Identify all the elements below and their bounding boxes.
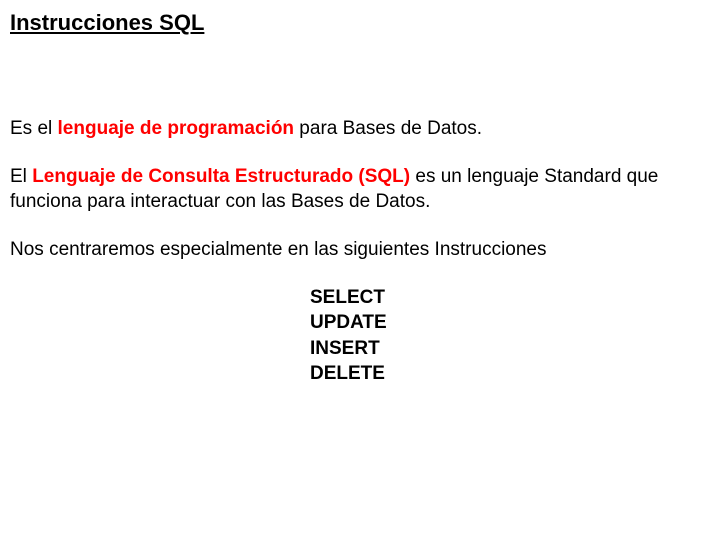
paragraph-3: Nos centraremos especialmente en las sig… bbox=[10, 237, 710, 263]
page-title: Instrucciones SQL bbox=[10, 10, 710, 36]
p2-highlight: Lenguaje de Consulta Estructurado (SQL) bbox=[32, 166, 410, 187]
p1-pre: Es el bbox=[10, 118, 58, 139]
p2-pre: El bbox=[10, 166, 32, 187]
paragraph-1: Es el lenguaje de programación para Base… bbox=[10, 116, 710, 142]
p1-highlight: lenguaje de programación bbox=[58, 118, 295, 139]
instruction-insert: INSERT bbox=[310, 336, 710, 362]
instruction-list: SELECT UPDATE INSERT DELETE bbox=[310, 285, 710, 388]
slide: Instrucciones SQL Es el lenguaje de prog… bbox=[0, 0, 720, 540]
instruction-select: SELECT bbox=[310, 285, 710, 311]
instruction-delete: DELETE bbox=[310, 361, 710, 387]
paragraph-2: El Lenguaje de Consulta Estructurado (SQ… bbox=[10, 164, 710, 215]
p1-post: para Bases de Datos. bbox=[294, 118, 482, 139]
instruction-update: UPDATE bbox=[310, 310, 710, 336]
